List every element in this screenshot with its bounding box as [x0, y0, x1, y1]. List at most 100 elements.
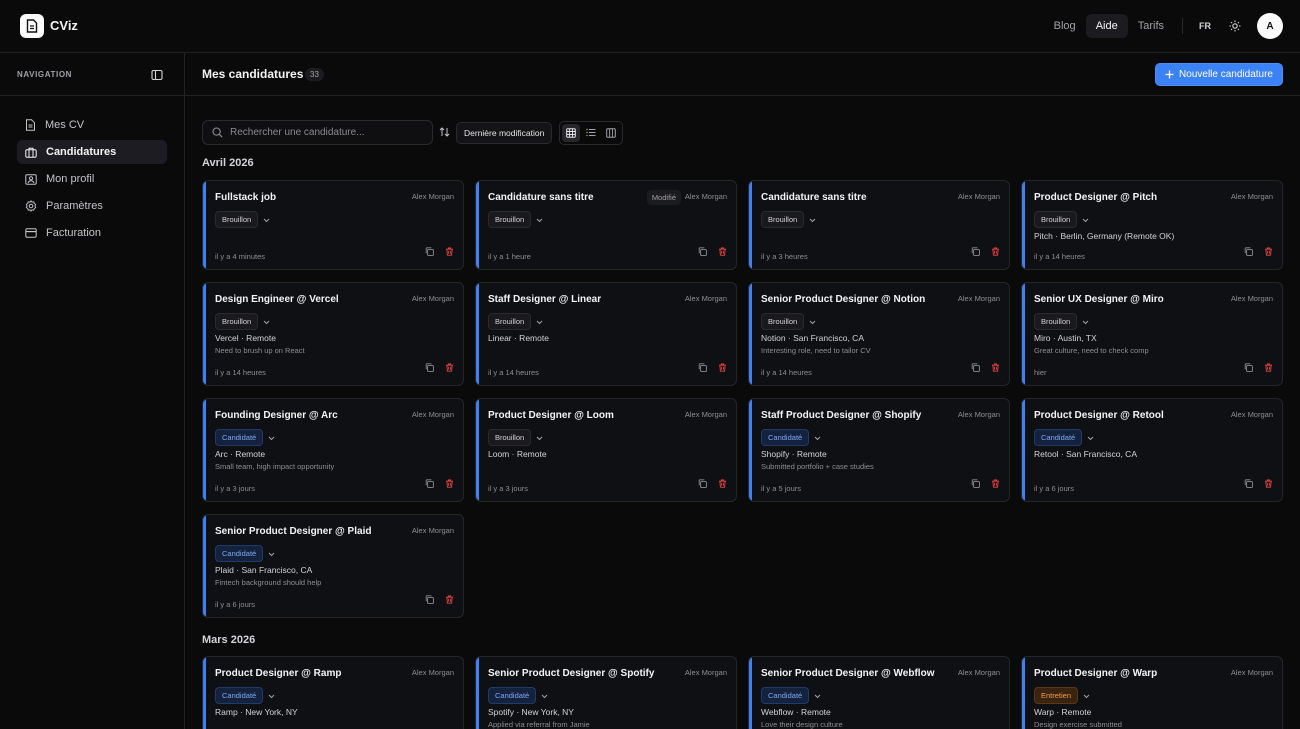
trash-icon[interactable] — [445, 591, 454, 609]
sidebar-item-mes-cv[interactable]: Mes CV — [17, 113, 167, 137]
trash-icon[interactable] — [991, 359, 1000, 377]
sidebar-item-mon-profil[interactable]: Mon profil — [17, 167, 167, 191]
chevron-down-icon[interactable] — [536, 210, 543, 228]
chevron-down-icon[interactable] — [1087, 428, 1094, 446]
trash-icon[interactable] — [445, 243, 454, 261]
application-card[interactable]: Senior UX Designer @ Miro Alex Morgan Brou… — [1021, 282, 1283, 386]
copy-icon[interactable] — [425, 243, 434, 261]
sort-icon[interactable] — [439, 124, 450, 142]
trash-icon[interactable] — [718, 475, 727, 493]
application-card[interactable]: Founding Designer @ Arc Alex Morgan Candid… — [202, 398, 464, 502]
status-badge[interactable]: Candidaté — [761, 428, 810, 446]
trash-icon[interactable] — [1264, 475, 1273, 493]
sun-icon[interactable] — [1223, 14, 1247, 38]
trash-icon[interactable] — [991, 243, 1000, 261]
application-card[interactable]: Candidature sans titre Alex Morgan Brouill… — [748, 180, 1010, 270]
application-card[interactable]: Senior Product Designer @ Notion Alex Mor… — [748, 282, 1010, 386]
chevron-down-icon[interactable] — [1082, 312, 1089, 330]
copy-icon[interactable] — [1244, 359, 1253, 377]
status-badge[interactable]: Candidaté — [215, 428, 264, 446]
application-card[interactable]: Staff Product Designer @ Shopify Alex Mor… — [748, 398, 1010, 502]
status-badge[interactable]: Brouillon — [488, 210, 532, 228]
app-logo-icon[interactable] — [20, 14, 44, 38]
sort-select[interactable]: Dernière modification — [456, 121, 553, 144]
status-badge[interactable]: Brouillon — [1034, 312, 1078, 330]
application-card[interactable]: Candidature sans titre Alex Morgan Modifié… — [475, 180, 737, 270]
nav-link-tarifs[interactable]: Tarifs — [1128, 14, 1174, 38]
copy-icon[interactable] — [971, 475, 980, 493]
status-badge[interactable]: Candidaté — [215, 544, 264, 562]
status-badge[interactable]: Brouillon — [761, 312, 805, 330]
application-card[interactable]: Fullstack job Alex Morgan Brouillon il y a … — [202, 180, 464, 270]
sidebar-collapse-icon[interactable] — [151, 68, 163, 86]
sidebar-item-parametres[interactable]: Paramètres — [17, 194, 167, 218]
copy-icon[interactable] — [971, 243, 980, 261]
chevron-down-icon[interactable] — [1083, 686, 1090, 704]
search-input[interactable] — [230, 127, 420, 138]
chevron-down-icon[interactable] — [814, 428, 821, 446]
status-badge[interactable]: Brouillon — [215, 312, 259, 330]
copy-icon[interactable] — [425, 359, 434, 377]
trash-icon[interactable] — [445, 475, 454, 493]
nav-link-blog[interactable]: Blog — [1044, 14, 1086, 38]
trash-icon[interactable] — [718, 243, 727, 261]
chevron-down-icon[interactable] — [268, 544, 275, 562]
chevron-down-icon[interactable] — [809, 210, 816, 228]
application-card[interactable]: Product Designer @ Warp Alex Morgan Entret… — [1021, 656, 1283, 729]
chevron-down-icon[interactable] — [536, 312, 543, 330]
grid-view-icon[interactable] — [562, 123, 581, 142]
copy-icon[interactable] — [1244, 475, 1253, 493]
application-card[interactable]: Product Designer @ Retool Alex Morgan Cand… — [1021, 398, 1283, 502]
app-name[interactable]: CViz — [50, 18, 78, 33]
application-card[interactable]: Senior Product Designer @ Spotify Alex Mo… — [475, 656, 737, 729]
trash-icon[interactable] — [991, 475, 1000, 493]
status-badge[interactable]: Candidaté — [488, 686, 537, 704]
status-badge[interactable]: Brouillon — [215, 210, 259, 228]
application-card[interactable]: Design Engineer @ Vercel Alex Morgan Broui… — [202, 282, 464, 386]
trash-icon[interactable] — [445, 359, 454, 377]
copy-icon[interactable] — [698, 243, 707, 261]
status-badge[interactable]: Brouillon — [1034, 210, 1078, 228]
status-badge[interactable]: Candidaté — [215, 686, 264, 704]
chevron-down-icon[interactable] — [536, 428, 543, 446]
avatar[interactable]: A — [1257, 13, 1283, 39]
application-card[interactable]: Product Designer @ Loom Alex Morgan Brouil… — [475, 398, 737, 502]
new-application-button[interactable]: Nouvelle candidature — [1155, 63, 1283, 86]
chevron-down-icon[interactable] — [263, 312, 270, 330]
nav-link-aide[interactable]: Aide — [1085, 14, 1128, 38]
kanban-view-icon[interactable] — [602, 124, 620, 142]
application-card[interactable]: Staff Designer @ Linear Alex Morgan Brouil… — [475, 282, 737, 386]
card-author: Alex Morgan — [1230, 410, 1273, 419]
application-card[interactable]: Product Designer @ Ramp Alex Morgan Candid… — [202, 656, 464, 729]
chevron-down-icon[interactable] — [268, 686, 275, 704]
chevron-down-icon[interactable] — [1082, 210, 1089, 228]
sidebar-item-facturation[interactable]: Facturation — [17, 221, 167, 245]
chevron-down-icon[interactable] — [541, 686, 548, 704]
list-view-icon[interactable] — [582, 124, 600, 142]
chevron-down-icon[interactable] — [263, 210, 270, 228]
copy-icon[interactable] — [425, 475, 434, 493]
status-badge[interactable]: Candidaté — [1034, 428, 1083, 446]
trash-icon[interactable] — [718, 359, 727, 377]
copy-icon[interactable] — [425, 591, 434, 609]
copy-icon[interactable] — [971, 359, 980, 377]
sidebar-item-candidatures[interactable]: Candidatures — [17, 140, 167, 164]
chevron-down-icon[interactable] — [809, 312, 816, 330]
copy-icon[interactable] — [1244, 243, 1253, 261]
application-card[interactable]: Senior Product Designer @ Plaid Alex Morg… — [202, 514, 464, 618]
copy-icon[interactable] — [698, 475, 707, 493]
status-badge[interactable]: Candidaté — [761, 686, 810, 704]
application-card[interactable]: Product Designer @ Pitch Alex Morgan Broui… — [1021, 180, 1283, 270]
trash-icon[interactable] — [1264, 243, 1273, 261]
status-badge[interactable]: Entretien — [1034, 686, 1079, 704]
copy-icon[interactable] — [698, 359, 707, 377]
chevron-down-icon[interactable] — [814, 686, 821, 704]
chevron-down-icon[interactable] — [268, 428, 275, 446]
trash-icon[interactable] — [1264, 359, 1273, 377]
status-badge[interactable]: Brouillon — [761, 210, 805, 228]
search-box[interactable] — [202, 120, 433, 145]
language-switcher[interactable]: FR — [1191, 17, 1219, 35]
status-badge[interactable]: Brouillon — [488, 312, 532, 330]
status-badge[interactable]: Brouillon — [488, 428, 532, 446]
application-card[interactable]: Senior Product Designer @ Webflow Alex Mo… — [748, 656, 1010, 729]
